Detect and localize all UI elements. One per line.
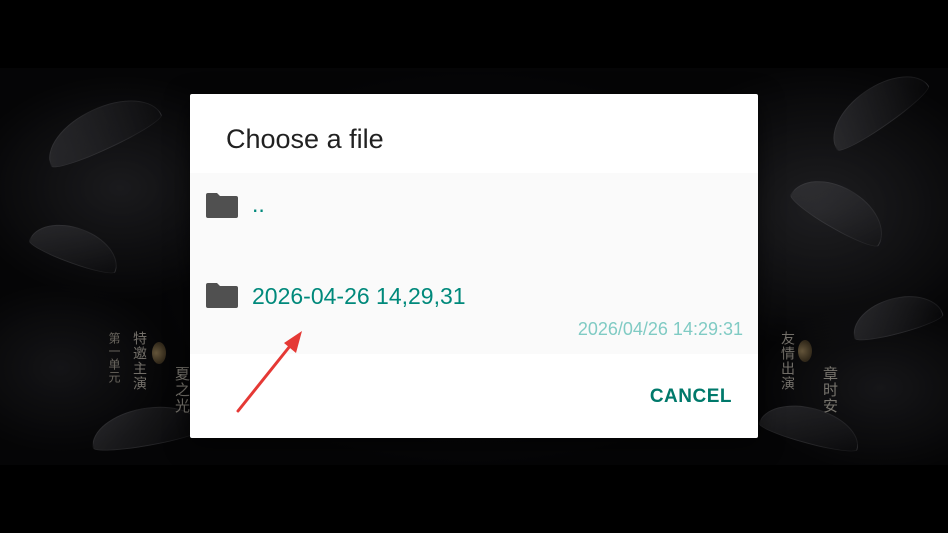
cancel-button[interactable]: CANCEL [650, 386, 732, 408]
annotation-arrow-icon [236, 331, 302, 413]
file-name: 2026-04-26 14,29,31 [252, 283, 466, 309]
file-row-parent-directory[interactable]: .. [190, 173, 758, 263]
file-name: .. [252, 191, 265, 217]
dialog-title: Choose a file [226, 124, 384, 154]
file-date: 2026/04/26 14:29:31 [577, 319, 743, 339]
folder-icon [206, 283, 238, 308]
folder-icon [206, 193, 238, 218]
screen: 第一单元 特邀主演 夏之光 友情出演 章时安 Choose a file .. … [0, 0, 948, 533]
